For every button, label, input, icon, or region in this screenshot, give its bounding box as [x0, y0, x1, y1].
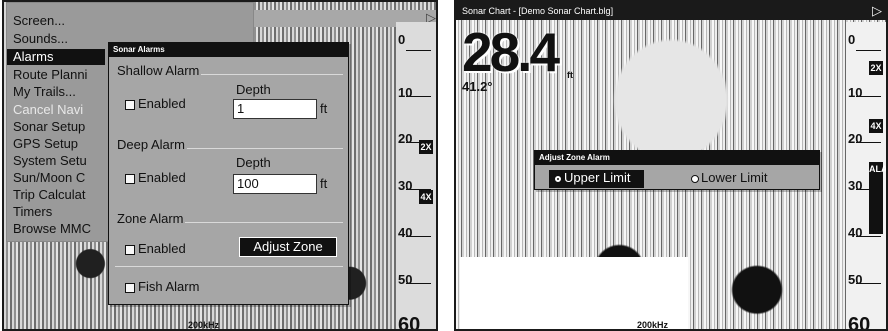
left-scale-20: 20	[398, 131, 413, 146]
lower-limit-radio[interactable]	[691, 175, 699, 183]
adjust-zone-alarm-dialog: Adjust Zone Alarm Upper Limit Lower Limi…	[534, 150, 820, 190]
left-scale-tick	[406, 50, 431, 51]
right-frequency-label: 200kHz	[637, 320, 669, 330]
left-scale-10: 10	[398, 85, 413, 100]
deep-alarm-enabled-checkbox[interactable]	[125, 174, 135, 184]
right-scale-tick	[856, 236, 881, 237]
right-scale-tick	[856, 142, 881, 143]
shallow-alarm-label: Shallow Alarm	[115, 63, 202, 78]
right-zoom-4x-button[interactable]: 4X	[869, 119, 883, 133]
fish-alarm-group-line	[115, 266, 343, 267]
right-zoom-2x-button[interactable]: 2X	[869, 61, 883, 75]
lower-limit-label[interactable]: Lower Limit	[701, 170, 767, 185]
left-scale-60: 60	[398, 314, 421, 331]
sonar-alarms-dialog-title: Sonar Alarms	[109, 43, 348, 57]
right-depth-top-value: 0	[848, 32, 856, 47]
fish-alarm-label: Fish Alarm	[138, 279, 200, 294]
current-depth-readout: 28.4	[462, 21, 560, 83]
shallow-alarm-enabled-label: Enabled	[138, 96, 186, 111]
deep-depth-label: Depth	[236, 155, 271, 170]
fish-alarm-checkbox[interactable]	[125, 283, 135, 293]
sonar-alarms-dialog: Sonar Alarms Shallow Alarm Enabled Depth…	[108, 42, 349, 305]
right-alarm-button[interactable]: ALARM	[869, 162, 886, 234]
right-scale-tick	[856, 283, 881, 284]
right-scale-tick	[856, 50, 881, 51]
deep-depth-unit: ft	[320, 176, 328, 191]
right-window-titlebar: Sonar Chart - [Demo Sonar Chart.blg] ▷	[456, 2, 886, 20]
zone-alarm-enabled-checkbox[interactable]	[125, 245, 135, 255]
menu-item-alarms[interactable]: Alarms	[7, 49, 105, 65]
right-scale-30: 30	[848, 178, 863, 193]
menu-item-screen[interactable]: Screen...	[13, 13, 143, 29]
right-scale-tick	[856, 96, 881, 97]
left-scale-50: 50	[398, 272, 413, 287]
left-scale-30: 30	[398, 178, 413, 193]
left-scale-tick	[406, 283, 431, 284]
left-scale-tick	[406, 96, 431, 97]
deep-depth-input[interactable]: 100	[233, 174, 317, 194]
right-scale-60: 60	[848, 314, 871, 331]
right-window-title: Sonar Chart - [Demo Sonar Chart.blg]	[462, 6, 614, 16]
left-depth-top-value: 0	[398, 32, 406, 47]
right-sonar-panel: Sonar Chart - [Demo Sonar Chart.blg] ▷ 2…	[454, 0, 888, 331]
left-zoom-4x-button[interactable]: 4X	[419, 190, 433, 204]
left-frequency-label: 200kHz	[188, 320, 220, 330]
upper-limit-radio[interactable]	[554, 175, 562, 183]
right-scale-20: 20	[848, 131, 863, 146]
left-zoom-2x-button[interactable]: 2X	[419, 140, 433, 154]
adjust-zone-button[interactable]: Adjust Zone	[239, 237, 337, 257]
shallow-depth-label: Depth	[236, 82, 271, 97]
right-scale-40: 40	[848, 225, 863, 240]
deep-alarm-enabled-label: Enabled	[138, 170, 186, 185]
water-temperature: 41.2°	[462, 79, 493, 94]
adjust-zone-alarm-dialog-title: Adjust Zone Alarm	[535, 151, 819, 165]
left-depth-scale: 0 10 20 30 40 50 60 2X 4X	[396, 22, 436, 331]
left-sonar-panel: ▷ 0 10 20 30 40 50 60 2X 4X Screen... So…	[2, 0, 438, 331]
upper-limit-label[interactable]: Upper Limit	[564, 170, 630, 185]
right-scale-10: 10	[848, 85, 863, 100]
zone-alarm-enabled-label: Enabled	[138, 241, 186, 256]
shallow-depth-unit: ft	[320, 101, 328, 116]
shallow-depth-input[interactable]: 1	[233, 99, 317, 119]
shallow-alarm-enabled-checkbox[interactable]	[125, 100, 135, 110]
left-scale-40: 40	[398, 225, 413, 240]
current-depth-unit: ft	[567, 70, 573, 80]
right-window-arrow-icon[interactable]: ▷	[870, 4, 884, 18]
zone-alarm-label: Zone Alarm	[115, 211, 186, 226]
left-scale-tick	[406, 236, 431, 237]
deep-alarm-label: Deep Alarm	[115, 137, 187, 152]
right-depth-scale: 0 10 20 30 40 50 60 2X 4X ALARM	[846, 22, 886, 331]
right-scale-50: 50	[848, 272, 863, 287]
